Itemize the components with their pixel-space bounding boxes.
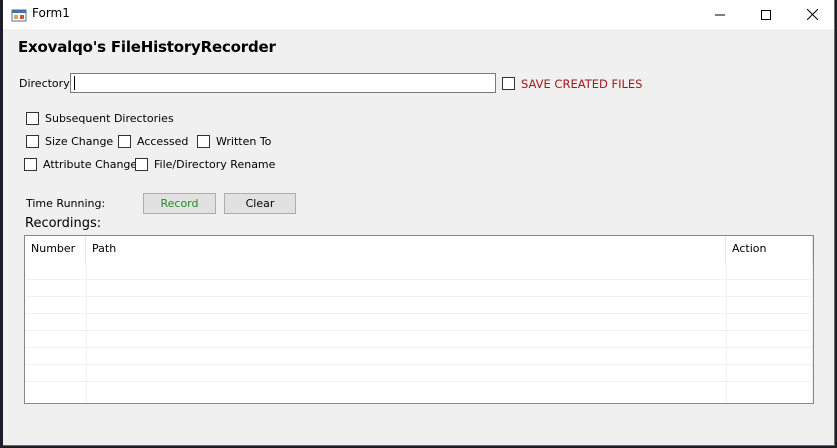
app-icon: [11, 7, 27, 23]
clear-button[interactable]: Clear: [224, 193, 296, 214]
recordings-label: Recordings:: [25, 216, 102, 231]
table-row[interactable]: [25, 330, 813, 347]
app-heading: Exovalqo's FileHistoryRecorder: [18, 38, 276, 56]
file-directory-rename-checkbox[interactable]: [135, 158, 148, 171]
main-window: Form1 Exovalqo's FileHistoryRecorder Dir…: [3, 0, 835, 446]
recordings-grid[interactable]: Number Path Action: [24, 235, 814, 404]
table-row[interactable]: [25, 313, 813, 330]
directory-input[interactable]: [70, 73, 496, 93]
record-button[interactable]: Record: [143, 193, 216, 214]
size-change-label[interactable]: Size Change: [45, 135, 113, 148]
table-row[interactable]: [25, 296, 813, 313]
accessed-checkbox[interactable]: [118, 135, 131, 148]
written-to-checkbox[interactable]: [197, 135, 210, 148]
column-header-path[interactable]: Path: [86, 236, 726, 263]
grid-header: Number Path Action: [25, 236, 813, 263]
table-row[interactable]: [25, 381, 813, 398]
accessed-label[interactable]: Accessed: [137, 135, 188, 148]
attribute-change-label[interactable]: Attribute Change: [43, 158, 137, 171]
minimize-button[interactable]: [697, 0, 743, 29]
file-directory-rename-label[interactable]: File/Directory Rename: [154, 158, 275, 171]
maximize-button[interactable]: [743, 0, 789, 29]
directory-label: Directory:: [19, 77, 73, 90]
subsequent-directories-checkbox[interactable]: [26, 112, 39, 125]
text-caret: [74, 76, 75, 90]
written-to-label[interactable]: Written To: [216, 135, 271, 148]
size-change-checkbox[interactable]: [26, 135, 39, 148]
minimize-icon: [715, 10, 725, 20]
save-created-files-checkbox[interactable]: [502, 77, 515, 90]
table-row[interactable]: [25, 347, 813, 364]
attribute-change-checkbox[interactable]: [24, 158, 37, 171]
close-button[interactable]: [789, 0, 834, 29]
title-bar[interactable]: Form1: [3, 0, 834, 29]
close-icon: [806, 9, 818, 20]
maximize-icon: [761, 9, 771, 20]
window-title: Form1: [32, 6, 70, 20]
table-row[interactable]: [25, 364, 813, 381]
column-header-number[interactable]: Number: [25, 236, 86, 263]
time-running-label: Time Running:: [26, 197, 106, 210]
save-created-files-label[interactable]: SAVE CREATED FILES: [521, 77, 642, 91]
table-row[interactable]: [25, 279, 813, 296]
column-header-action[interactable]: Action: [726, 236, 813, 263]
subsequent-directories-label[interactable]: Subsequent Directories: [45, 112, 174, 125]
